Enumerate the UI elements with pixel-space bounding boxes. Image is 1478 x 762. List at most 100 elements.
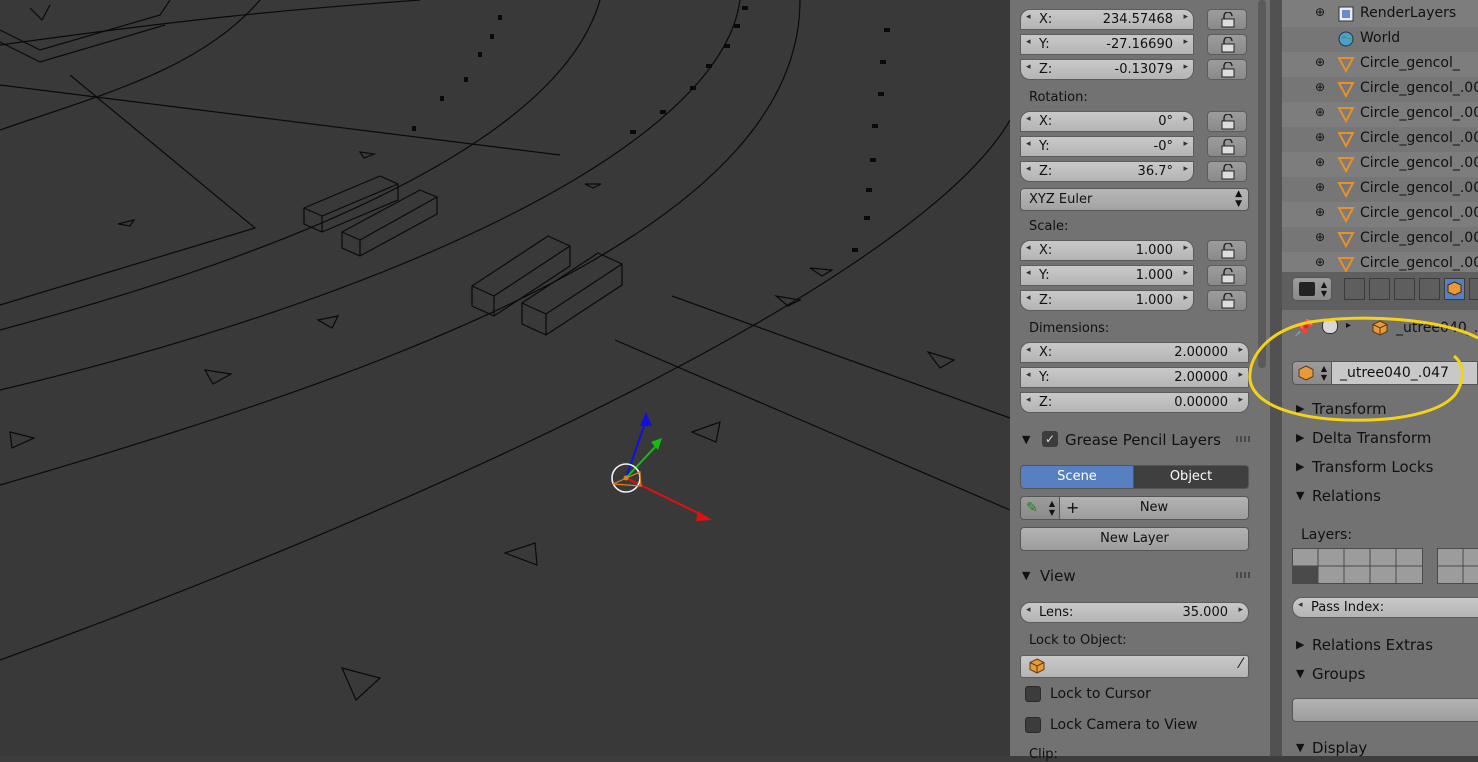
location-x-field[interactable]: ◂ X: 234.57468 ▸ — [1020, 9, 1194, 30]
outliner-item-label: Circle_gencol_.001 — [1360, 80, 1478, 96]
outliner-item[interactable]: ⊕ Circle_gencol_ — [1282, 52, 1478, 77]
new-layer-button[interactable]: New Layer — [1020, 527, 1249, 551]
lock-scale-x-button[interactable] — [1207, 240, 1247, 261]
scene-tab-icon[interactable] — [1394, 278, 1415, 300]
expand-plus-icon[interactable]: ⊕ — [1315, 156, 1326, 168]
expanded-triangle-icon: ▼ — [1296, 489, 1305, 502]
dimensions-y-field[interactable]: ◂ Y: 2.00000 ▸ — [1020, 367, 1249, 388]
rotation-mode-dropdown[interactable]: XYZ Euler ▲ ▼ — [1020, 188, 1249, 211]
transform-locks-section-header[interactable]: ▶ Transform Locks — [1290, 455, 1478, 481]
lock-icon — [1221, 62, 1235, 78]
expand-plus-icon[interactable]: ⊕ — [1315, 256, 1326, 268]
updown-arrows-icon: ▲ ▼ — [1235, 189, 1242, 209]
add-to-group-button[interactable] — [1292, 698, 1478, 722]
rotation-label: Rotation: — [1029, 90, 1088, 105]
outliner-item[interactable]: ⊕ Circle_gencol_.002 — [1282, 227, 1478, 252]
drag-grip-icon[interactable] — [1236, 436, 1250, 442]
collapse-triangle-icon: ▼ — [1022, 433, 1031, 446]
location-y-field[interactable]: ◂ Y: -27.16690 ▸ — [1020, 34, 1194, 55]
expand-plus-icon[interactable]: ⊕ — [1315, 81, 1326, 93]
outliner-item[interactable]: ⊕ Circle_gencol_.002 — [1282, 202, 1478, 227]
rotation-x-field[interactable]: ◂ X: 0° ▸ — [1020, 111, 1194, 132]
lock-scale-z-button[interactable] — [1207, 290, 1247, 311]
rotation-z-field[interactable]: ◂ Z: 36.7° ▸ — [1020, 161, 1194, 182]
grease-pencil-panel-header[interactable]: ▼ ✓ Grease Pencil Layers — [1014, 427, 1256, 455]
lens-field[interactable]: ◂ Lens: 35.000 ▸ — [1020, 602, 1249, 623]
lock-icon — [1221, 12, 1235, 28]
lock-camera-to-view-checkbox[interactable] — [1025, 717, 1041, 733]
display-section-header[interactable]: ▼ Display — [1290, 736, 1478, 762]
expanded-triangle-icon: ▼ — [1296, 667, 1305, 680]
outliner-item[interactable]: ⊕ Circle_gencol_.002 — [1282, 177, 1478, 202]
lock-rotation-z-button[interactable] — [1207, 161, 1247, 182]
render-tab-camera-icon[interactable] — [1344, 278, 1365, 300]
lock-location-z-button[interactable] — [1207, 59, 1247, 80]
relations-section-header[interactable]: ▼ Relations — [1290, 484, 1478, 510]
tab-scene[interactable]: Scene — [1020, 465, 1134, 489]
outliner-item[interactable]: ⊕ Circle_gencol_.001 — [1282, 77, 1478, 102]
checkbox-checked-icon[interactable]: ✓ — [1042, 431, 1058, 447]
editor-type-button[interactable]: ▲ ▼ — [1292, 277, 1332, 301]
lock-to-cursor-label: Lock to Cursor — [1050, 686, 1151, 702]
rotation-y-field[interactable]: ◂ Y: -0° ▸ — [1020, 136, 1194, 157]
outliner-item[interactable]: ⊕ Circle_gencol_.002 — [1282, 152, 1478, 177]
mesh-icon — [1337, 155, 1355, 177]
3d-viewport[interactable] — [0, 0, 1010, 756]
lock-icon — [1221, 293, 1235, 309]
new-grease-pencil-button[interactable]: + New — [1059, 496, 1249, 520]
lock-scale-y-button[interactable] — [1207, 265, 1247, 286]
collapsed-triangle-icon: ▶ — [1296, 431, 1305, 444]
render-layers-tab-icon[interactable] — [1369, 278, 1390, 300]
outliner-item[interactable]: ⊕ Circle_gencol_.002 — [1282, 102, 1478, 127]
grease-pencil-browse-button[interactable]: ✎ ▲ ▼ — [1020, 496, 1060, 520]
scale-y-field[interactable]: ◂ Y: 1.000 ▸ — [1020, 265, 1194, 286]
scale-z-field[interactable]: ◂ Z: 1.000 ▸ — [1020, 290, 1194, 311]
eyedropper-icon[interactable]: ⁄ — [1240, 656, 1242, 672]
expand-plus-icon[interactable]: ⊕ — [1315, 131, 1326, 143]
mesh-icon — [1337, 105, 1355, 127]
object-tab-cube-icon[interactable] — [1444, 278, 1465, 300]
mesh-icon — [1337, 205, 1355, 227]
world-tab-icon[interactable] — [1419, 278, 1440, 300]
expand-plus-icon[interactable]: ⊕ — [1315, 231, 1326, 243]
view-panel-header[interactable]: ▼ View — [1014, 563, 1256, 591]
outliner-item[interactable]: World — [1282, 27, 1478, 52]
outliner-item-label: Circle_gencol_.002 — [1360, 130, 1478, 146]
expand-plus-icon[interactable]: ⊕ — [1315, 56, 1326, 68]
dimensions-z-field[interactable]: ◂ Z: 0.00000 ▸ — [1020, 392, 1249, 413]
drag-grip-icon[interactable] — [1236, 572, 1250, 578]
expand-plus-icon[interactable]: ⊕ — [1315, 106, 1326, 118]
location-z-field[interactable]: ◂ Z: -0.13079 ▸ — [1020, 59, 1194, 80]
outliner-item-label: Circle_gencol_.002 — [1360, 180, 1478, 196]
lock-to-object-label: Lock to Object: — [1029, 633, 1127, 648]
lock-icon — [1221, 268, 1235, 284]
dimensions-x-field[interactable]: ◂ X: 2.00000 ▸ — [1020, 342, 1249, 363]
mesh-icon — [1337, 80, 1355, 102]
wireframe-scene — [0, 0, 1010, 702]
tab-object[interactable]: Object — [1133, 465, 1249, 489]
pass-index-field[interactable]: ◂ Pass Index: — [1292, 597, 1478, 618]
lock-icon — [1221, 139, 1235, 155]
outliner-item[interactable]: ⊕ Circle_gencol_.002 — [1282, 127, 1478, 152]
groups-section-header[interactable]: ▼ Groups — [1290, 662, 1478, 688]
expanded-triangle-icon: ▼ — [1296, 741, 1305, 754]
relations-extras-section-header[interactable]: ▶ Relations Extras — [1290, 633, 1478, 659]
expand-plus-icon[interactable]: ⊕ — [1315, 6, 1326, 18]
expand-plus-icon[interactable]: ⊕ — [1315, 206, 1326, 218]
lock-location-x-button[interactable] — [1207, 9, 1247, 30]
expand-plus-icon[interactable]: ⊕ — [1315, 181, 1326, 193]
lock-location-y-button[interactable] — [1207, 34, 1247, 55]
constraints-tab-icon[interactable] — [1469, 278, 1478, 300]
lock-rotation-y-button[interactable] — [1207, 136, 1247, 157]
updown-arrows-icon: ▲ ▼ — [1048, 499, 1055, 517]
outliner-item-label: Circle_gencol_.002 — [1360, 105, 1478, 121]
mesh-icon — [1337, 130, 1355, 152]
layer-grid-left[interactable] — [1292, 548, 1423, 584]
lock-rotation-x-button[interactable] — [1207, 111, 1247, 132]
scale-x-field[interactable]: ◂ X: 1.000 ▸ — [1020, 240, 1194, 261]
outliner-item[interactable]: ⊕ RenderLayers — [1282, 2, 1478, 27]
layer-grid-right[interactable] — [1437, 548, 1478, 584]
lock-to-cursor-checkbox[interactable] — [1025, 686, 1041, 702]
layers-label: Layers: — [1301, 527, 1353, 543]
lock-to-object-field[interactable]: ⁄ — [1020, 655, 1249, 678]
